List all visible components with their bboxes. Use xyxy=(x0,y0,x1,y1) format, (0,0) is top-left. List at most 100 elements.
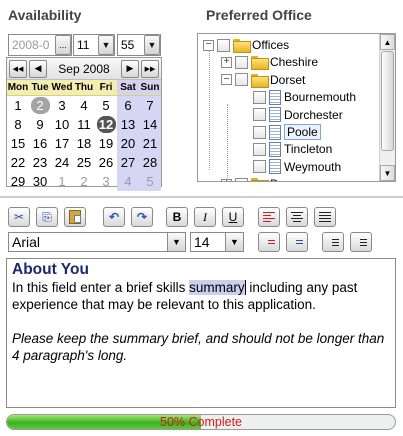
scroll-up-icon[interactable]: ▲ xyxy=(380,34,395,50)
scroll-down-icon[interactable]: ▼ xyxy=(380,165,395,181)
scroll-thumb[interactable] xyxy=(381,51,394,151)
hour-dropdown-icon[interactable]: ▼ xyxy=(98,35,114,55)
tree-item-label: Bournemouth xyxy=(284,90,357,105)
undo-icon[interactable]: ↶ xyxy=(103,207,125,227)
redo-icon[interactable]: ↷ xyxy=(131,207,153,227)
font-size-select[interactable]: 14 ▼ xyxy=(190,232,244,252)
next-month-button[interactable]: ▶ xyxy=(120,59,139,78)
calendar-day[interactable]: 14 xyxy=(139,115,161,134)
tree-checkbox[interactable] xyxy=(217,38,230,52)
prev-year-button[interactable]: ◀◀ xyxy=(9,59,27,78)
rich-text-editor[interactable]: About You In this field enter a brief sk… xyxy=(6,258,396,408)
calendar-day[interactable]: 2 xyxy=(29,96,51,115)
calendar-day-number: 16 xyxy=(32,136,48,151)
calendar-day-number: 20 xyxy=(120,136,136,151)
tree-checkbox[interactable] xyxy=(253,142,266,156)
tree-item-label: Poole xyxy=(284,124,321,140)
calendar-day[interactable]: 4 xyxy=(73,96,95,115)
tree-item-tincleton[interactable]: Tincleton xyxy=(239,140,332,158)
weekday-label: Mon xyxy=(7,80,29,96)
calendar-day[interactable]: 22 xyxy=(7,153,29,172)
calendar-day[interactable]: 15 xyxy=(7,134,29,153)
calendar-day[interactable]: 5 xyxy=(95,96,117,115)
calendar-day[interactable]: 1 xyxy=(51,172,73,191)
next-year-button[interactable]: ▶▶ xyxy=(140,59,159,78)
calendar-day[interactable]: 24 xyxy=(51,153,73,172)
calendar-day[interactable]: 27 xyxy=(117,153,139,172)
expand-icon[interactable]: + xyxy=(221,56,232,68)
tree-item-offices[interactable]: − Offices xyxy=(203,36,289,54)
tree-checkbox[interactable] xyxy=(235,73,248,87)
calendar-day[interactable]: 3 xyxy=(95,172,117,191)
calendar-day[interactable]: 12 xyxy=(95,115,117,134)
font-size-value: 14 xyxy=(194,234,210,250)
tree-item-bournemouth[interactable]: Bournemouth xyxy=(239,88,356,106)
italic-button[interactable]: I xyxy=(194,207,216,227)
bullet-list-icon[interactable] xyxy=(322,232,344,252)
prev-month-button[interactable]: ◀ xyxy=(29,59,47,78)
tree-checkbox[interactable] xyxy=(253,90,266,104)
calendar-day[interactable]: 5 xyxy=(139,172,161,191)
align-left-icon[interactable] xyxy=(258,207,280,227)
paste-icon[interactable] xyxy=(64,207,86,227)
calendar-day[interactable]: 23 xyxy=(29,153,51,172)
numbered-list-icon[interactable] xyxy=(350,232,372,252)
section-divider xyxy=(0,196,403,198)
calendar-day[interactable]: 18 xyxy=(73,134,95,153)
calendar-day-number: 27 xyxy=(120,155,136,170)
copy-icon[interactable]: ⎘ xyxy=(36,207,58,227)
calendar-day[interactable]: 26 xyxy=(95,153,117,172)
tree-item-devon[interactable]: + Devon xyxy=(221,175,305,181)
date-picker-button[interactable]: ... xyxy=(55,35,71,55)
calendar-day[interactable]: 28 xyxy=(139,153,161,172)
calendar-day[interactable]: 7 xyxy=(139,96,161,115)
calendar-day[interactable]: 1 xyxy=(7,96,29,115)
calendar-day[interactable]: 3 xyxy=(51,96,73,115)
calendar-day[interactable]: 2 xyxy=(73,172,95,191)
font-dropdown-icon[interactable]: ▼ xyxy=(167,233,185,251)
calendar-day[interactable]: 19 xyxy=(95,134,117,153)
tree-item-dorchester[interactable]: Dorchester xyxy=(239,106,343,124)
tree-item-weymouth[interactable]: Weymouth xyxy=(239,158,341,176)
align-justify-icon[interactable] xyxy=(314,207,336,227)
calendar-day[interactable]: 4 xyxy=(117,172,139,191)
calendar-day[interactable]: 6 xyxy=(117,96,139,115)
tree-checkbox[interactable] xyxy=(235,55,248,69)
align-center-icon[interactable] xyxy=(286,207,308,227)
collapse-icon[interactable]: − xyxy=(221,74,232,86)
calendar-day[interactable]: 17 xyxy=(51,134,73,153)
calendar-day-number: 30 xyxy=(32,174,48,189)
calendar-day[interactable]: 30 xyxy=(29,172,51,191)
calendar-day[interactable]: 16 xyxy=(29,134,51,153)
calendar-day[interactable]: 8 xyxy=(7,115,29,134)
minute-dropdown-icon[interactable]: ▼ xyxy=(144,35,160,55)
tree-checkbox[interactable] xyxy=(253,125,266,139)
tree-checkbox[interactable] xyxy=(253,108,266,122)
tree-item-cheshire[interactable]: + Cheshire xyxy=(221,53,318,71)
tree-item-dorset[interactable]: − Dorset xyxy=(221,71,305,89)
calendar-day[interactable]: 29 xyxy=(7,172,29,191)
calendar-day[interactable]: 11 xyxy=(73,115,95,134)
cut-icon[interactable]: ✂ xyxy=(8,207,30,227)
tree-scrollbar[interactable]: ▲ ▼ xyxy=(379,34,395,181)
calendar-day-number: 12 xyxy=(96,116,116,133)
bold-button[interactable]: B xyxy=(166,207,188,227)
underline-button[interactable]: U xyxy=(222,207,244,227)
tree-checkbox[interactable] xyxy=(235,177,248,181)
calendar-day[interactable]: 25 xyxy=(73,153,95,172)
tree-item-label: Offices xyxy=(252,38,290,52)
font-size-dropdown-icon[interactable]: ▼ xyxy=(225,233,243,251)
outdent-icon[interactable] xyxy=(286,232,308,252)
calendar-day[interactable]: 20 xyxy=(117,134,139,153)
tree-item-poole[interactable]: Poole xyxy=(239,123,321,141)
expand-icon[interactable]: + xyxy=(221,178,232,181)
calendar-day[interactable]: 9 xyxy=(29,115,51,134)
indent-icon[interactable] xyxy=(258,232,280,252)
calendar-day[interactable]: 10 xyxy=(51,115,73,134)
calendar-day[interactable]: 21 xyxy=(139,134,161,153)
editor-paragraph-1: In this field enter a brief skills summa… xyxy=(12,279,390,313)
calendar-day[interactable]: 13 xyxy=(117,115,139,134)
font-select[interactable]: Arial ▼ xyxy=(8,232,186,252)
tree-checkbox[interactable] xyxy=(253,160,266,174)
collapse-icon[interactable]: − xyxy=(203,39,214,51)
